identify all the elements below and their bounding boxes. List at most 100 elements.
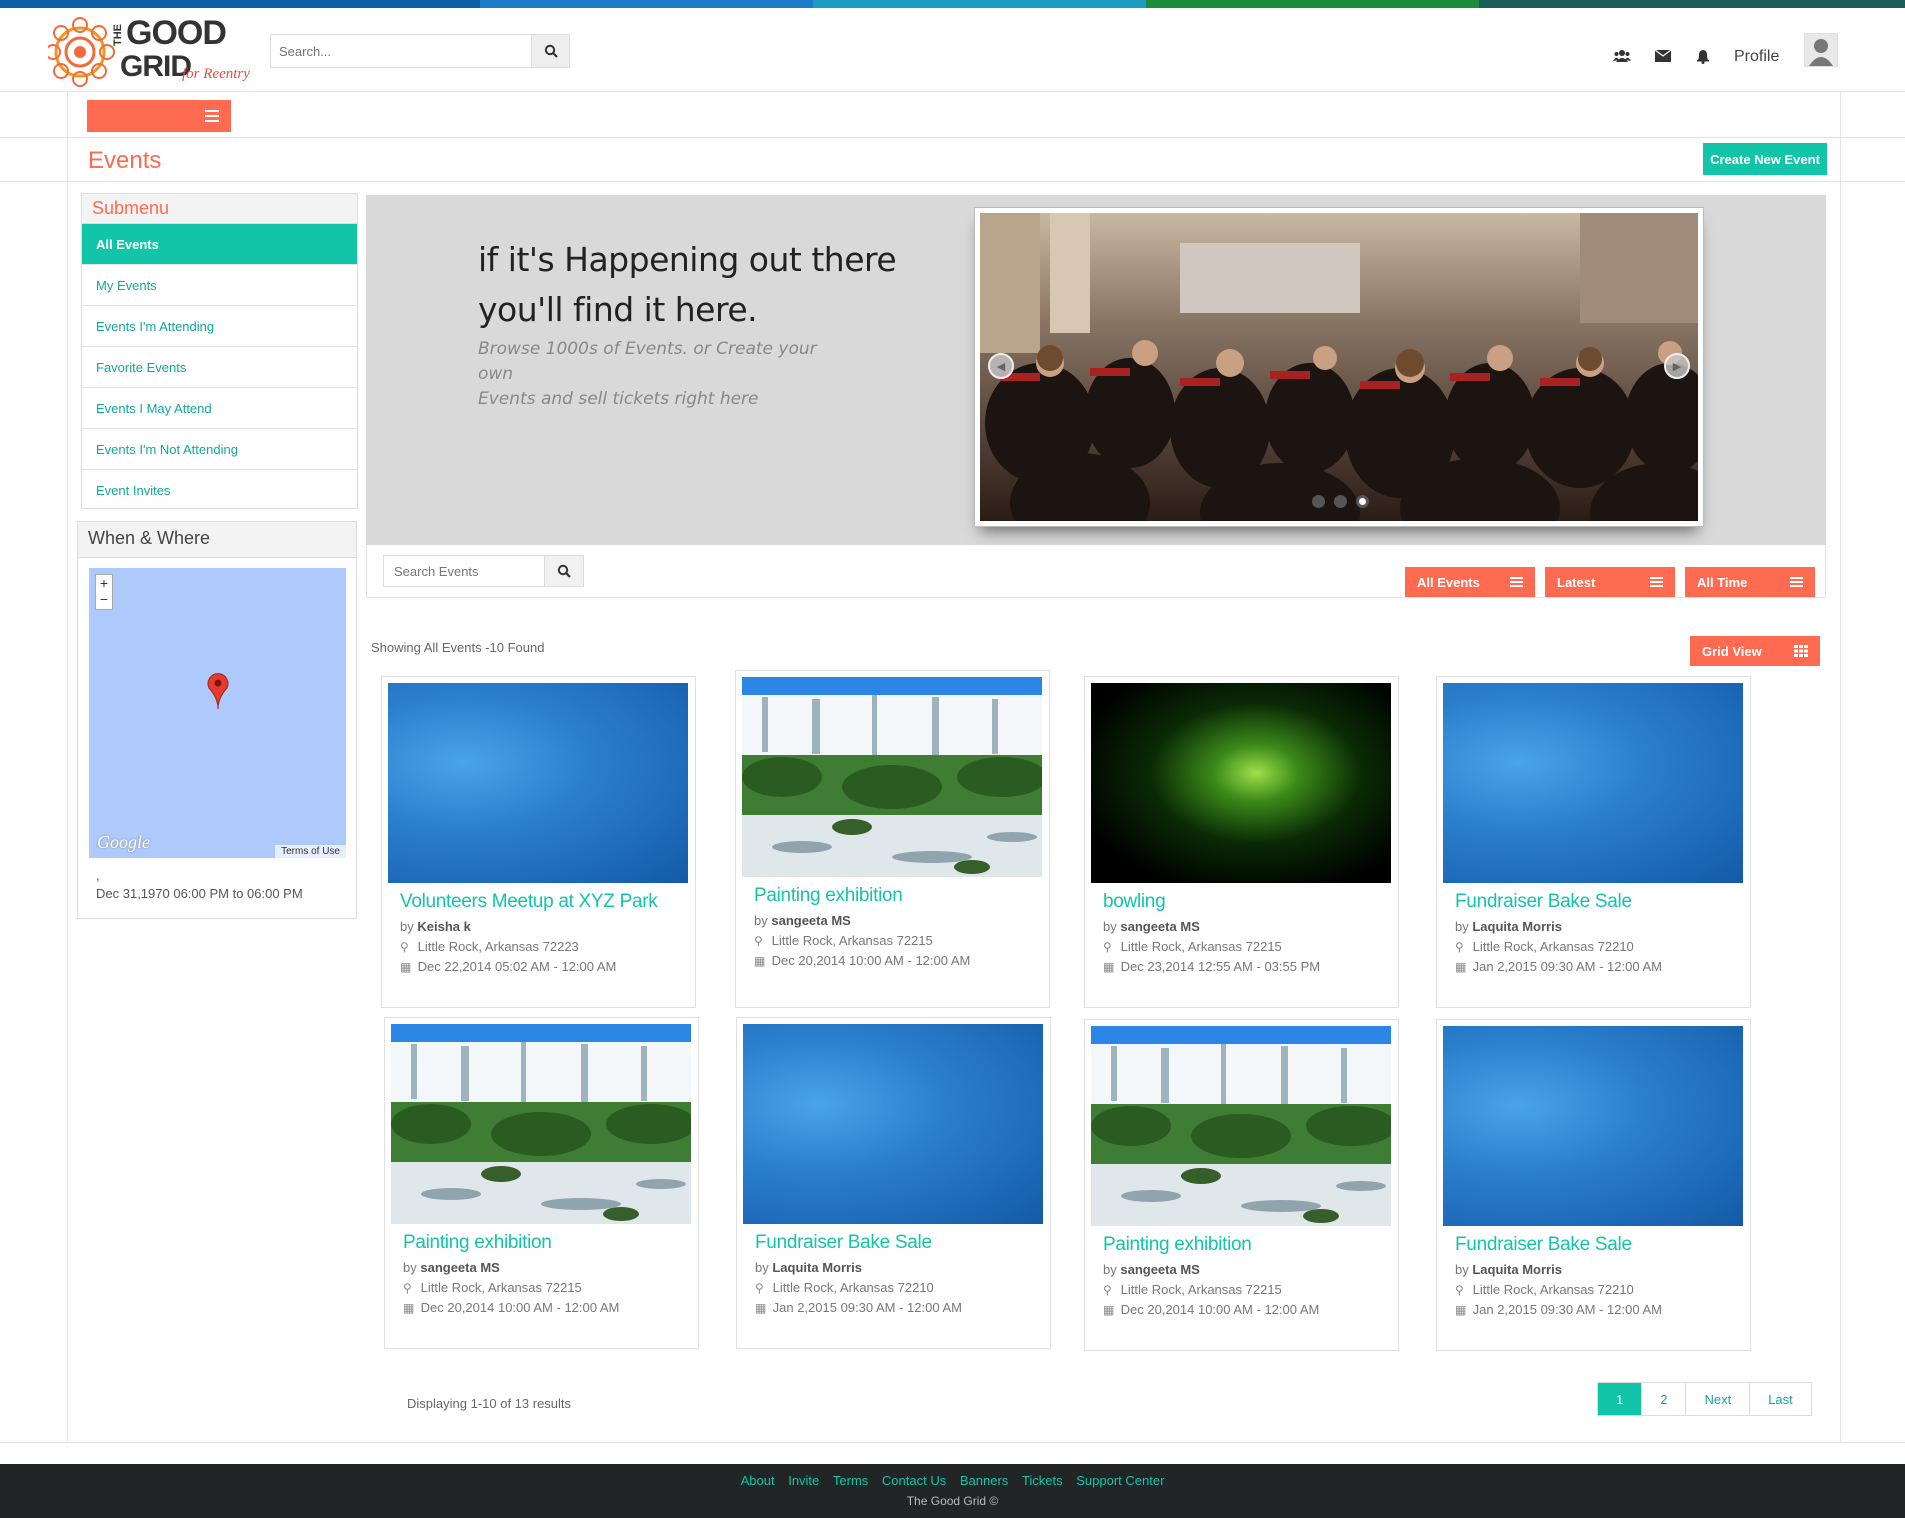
event-card[interactable]: Painting exhibition by sangeeta MS ⚲ Littl… bbox=[1084, 1019, 1399, 1351]
pagination: 1 2 Next Last bbox=[1597, 1382, 1812, 1416]
event-author: Keisha k bbox=[417, 919, 471, 934]
footer-link-about[interactable]: About bbox=[741, 1473, 775, 1488]
submenu-item-favorites[interactable]: Favorite Events bbox=[82, 347, 357, 388]
profile-link[interactable]: Profile bbox=[1734, 48, 1779, 66]
slider-dot-3[interactable] bbox=[1356, 495, 1369, 508]
calendar-icon: ▦ bbox=[754, 954, 766, 968]
event-card[interactable]: Volunteers Meetup at XYZ Park by Keisha k… bbox=[381, 676, 696, 1008]
slider-dot-2[interactable] bbox=[1334, 495, 1347, 508]
event-search-input[interactable] bbox=[384, 556, 534, 586]
hero-subtext-line1: Browse 1000s of Events. or Create your o… bbox=[478, 339, 817, 384]
submenu-item-my-events[interactable]: My Events bbox=[82, 265, 357, 306]
event-location-text: Little Rock, Arkansas 72215 bbox=[771, 933, 933, 948]
event-date-text: Dec 20,2014 10:00 AM - 12:00 AM bbox=[420, 1300, 620, 1315]
map-marker-icon: ⚲ bbox=[755, 1281, 764, 1295]
slider-dot-1[interactable] bbox=[1312, 495, 1325, 508]
hero-banner: if it's Happening out there you'll find … bbox=[366, 195, 1826, 545]
submenu-item-not-attending[interactable]: Events I'm Not Attending bbox=[82, 429, 357, 470]
footer-link-invite[interactable]: Invite bbox=[788, 1473, 819, 1488]
event-organizer: by sangeeta MS bbox=[1103, 919, 1200, 934]
event-card[interactable]: bowling by sangeeta MS ⚲ Little Rock, Arka… bbox=[1084, 676, 1399, 1008]
event-image[interactable] bbox=[742, 677, 1042, 877]
event-location: ⚲ Little Rock, Arkansas 72210 bbox=[1455, 939, 1634, 954]
calendar-icon: ▦ bbox=[400, 960, 412, 974]
event-title-link[interactable]: Fundraiser Bake Sale bbox=[1455, 1234, 1632, 1256]
footer-link-support[interactable]: Support Center bbox=[1076, 1473, 1164, 1488]
event-organizer: by Laquita Morris bbox=[1455, 1262, 1562, 1277]
event-card[interactable]: Fundraiser Bake Sale by Laquita Morris ⚲ L… bbox=[736, 1017, 1051, 1349]
event-image[interactable] bbox=[1091, 683, 1391, 883]
last-page-button[interactable]: Last bbox=[1749, 1383, 1811, 1415]
event-card[interactable]: Painting exhibition by sangeeta MS ⚲ Littl… bbox=[735, 670, 1050, 1008]
event-location: ⚲ Little Rock, Arkansas 72215 bbox=[754, 933, 933, 948]
filter-dropdown-time-label: All Time bbox=[1697, 574, 1748, 590]
google-map-logo: Google bbox=[97, 832, 150, 852]
event-image[interactable] bbox=[391, 1024, 691, 1224]
location-map[interactable]: + − Google Terms of Use bbox=[89, 568, 346, 858]
slider-prev-button[interactable]: ◀ bbox=[988, 353, 1014, 379]
map-zoom-control[interactable]: + − bbox=[95, 574, 113, 610]
avatar[interactable] bbox=[1804, 33, 1838, 67]
submenu-item-attending[interactable]: Events I'm Attending bbox=[82, 306, 357, 347]
menu-toggle-button[interactable] bbox=[87, 100, 231, 132]
event-title-link[interactable]: Fundraiser Bake Sale bbox=[755, 1232, 932, 1254]
submenu-item-invites[interactable]: Event Invites bbox=[82, 470, 357, 511]
next-page-button[interactable]: Next bbox=[1685, 1383, 1749, 1415]
footer-links: About Invite Terms Contact Us Banners Ti… bbox=[0, 1473, 1905, 1488]
event-title-link[interactable]: Volunteers Meetup at XYZ Park bbox=[400, 891, 658, 913]
page-2-button[interactable]: 2 bbox=[1641, 1383, 1685, 1415]
filter-dropdown-time[interactable]: All Time bbox=[1685, 567, 1815, 597]
event-location-text: Little Rock, Arkansas 72210 bbox=[1472, 939, 1634, 954]
event-image[interactable] bbox=[743, 1024, 1043, 1224]
envelope-icon[interactable] bbox=[1651, 44, 1675, 68]
logo-tagline: for Reentry bbox=[182, 66, 250, 82]
users-icon[interactable] bbox=[1610, 44, 1634, 68]
event-title-link[interactable]: Painting exhibition bbox=[754, 885, 903, 907]
create-new-event-button[interactable]: Create New Event bbox=[1703, 143, 1827, 175]
top-color-stripe bbox=[0, 0, 1905, 8]
event-image[interactable] bbox=[1443, 683, 1743, 883]
event-date-text: Jan 2,2015 09:30 AM - 12:00 AM bbox=[1472, 959, 1662, 974]
event-card[interactable]: Fundraiser Bake Sale by Laquita Morris ⚲ L… bbox=[1436, 1019, 1751, 1351]
map-marker-icon: ⚲ bbox=[403, 1281, 412, 1295]
grid-view-toggle[interactable]: Grid View bbox=[1690, 636, 1820, 666]
event-card[interactable]: Fundraiser Bake Sale by Laquita Morris ⚲ L… bbox=[1436, 676, 1751, 1008]
global-search-input[interactable] bbox=[271, 35, 531, 67]
event-location: ⚲ Little Rock, Arkansas 72223 bbox=[400, 939, 579, 954]
filter-dropdown-category[interactable]: All Events bbox=[1405, 567, 1535, 597]
footer-link-banners[interactable]: Banners bbox=[960, 1473, 1008, 1488]
submenu-item-all-events[interactable]: All Events bbox=[82, 224, 357, 265]
footer-link-tickets[interactable]: Tickets bbox=[1022, 1473, 1063, 1488]
event-date-range: Dec 31,1970 06:00 PM to 06:00 PM bbox=[96, 886, 303, 901]
event-by-label: by bbox=[1103, 1262, 1117, 1277]
submenu-item-may-attend[interactable]: Events I May Attend bbox=[82, 388, 357, 429]
event-card[interactable]: Painting exhibition by sangeeta MS ⚲ Littl… bbox=[384, 1017, 699, 1349]
global-search-button[interactable] bbox=[531, 35, 569, 67]
event-date-text: Dec 23,2014 12:55 AM - 03:55 PM bbox=[1120, 959, 1321, 974]
filter-dropdown-sort[interactable]: Latest bbox=[1545, 567, 1675, 597]
slider-next-button[interactable]: ▶ bbox=[1664, 353, 1690, 379]
page-1-button[interactable]: 1 bbox=[1598, 1383, 1642, 1415]
event-title-link[interactable]: Painting exhibition bbox=[403, 1232, 552, 1254]
event-title-link[interactable]: Fundraiser Bake Sale bbox=[1455, 891, 1632, 913]
logo-word-the: THE bbox=[112, 24, 124, 46]
event-date: ▦ Dec 20,2014 10:00 AM - 12:00 AM bbox=[754, 953, 970, 968]
event-title-link[interactable]: Painting exhibition bbox=[1103, 1234, 1252, 1256]
image-slider[interactable]: ◀ ▶ bbox=[974, 207, 1704, 527]
event-image[interactable] bbox=[388, 683, 688, 883]
site-logo[interactable]: THE GOOD GRID for Reentry bbox=[45, 12, 268, 92]
footer-link-contact[interactable]: Contact Us bbox=[882, 1473, 946, 1488]
footer-link-terms[interactable]: Terms bbox=[833, 1473, 868, 1488]
event-title-link[interactable]: bowling bbox=[1103, 891, 1166, 913]
event-search-button[interactable] bbox=[544, 555, 584, 587]
grid-icon bbox=[1794, 645, 1808, 657]
hero-headline: if it's Happening out there you'll find … bbox=[478, 235, 918, 335]
event-image[interactable] bbox=[1091, 1026, 1391, 1226]
calendar-icon: ▦ bbox=[403, 1301, 415, 1315]
map-terms-link[interactable]: Terms of Use bbox=[275, 845, 346, 858]
map-marker-icon[interactable] bbox=[207, 672, 229, 710]
bell-icon[interactable] bbox=[1691, 44, 1715, 68]
calendar-icon: ▦ bbox=[1103, 960, 1115, 974]
list-icon bbox=[1510, 577, 1523, 587]
event-image[interactable] bbox=[1443, 1026, 1743, 1226]
